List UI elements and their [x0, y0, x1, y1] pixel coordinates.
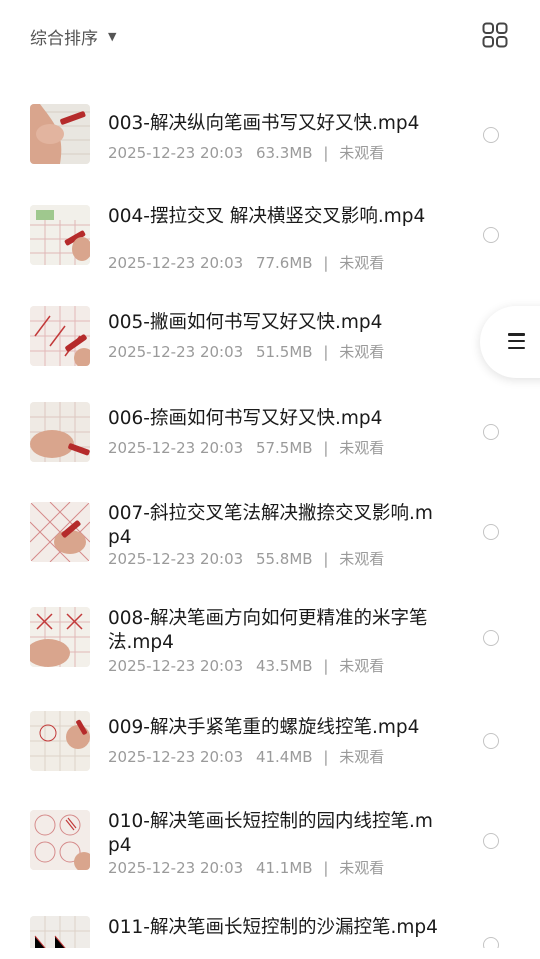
watch-status: 未观看 — [339, 657, 385, 675]
file-size: 63.3MB — [255, 144, 313, 162]
meta-separator: | — [323, 254, 329, 272]
meta-separator: | — [323, 657, 329, 675]
caret-down-icon: ▼ — [108, 30, 117, 43]
file-meta: 2025-12-23 20:03 77.6MB | 未观看 — [108, 252, 384, 273]
file-size: 77.6MB — [255, 254, 313, 272]
grid-view-icon[interactable] — [482, 22, 508, 48]
file-title: 010-解决笔画长短控制的园内线控笔.mp4 — [108, 811, 433, 856]
watch-status: 未观看 — [339, 439, 385, 457]
meta-separator: | — [323, 343, 329, 361]
file-date: 2025-12-23 20:03 — [108, 657, 244, 675]
video-thumbnail — [30, 306, 90, 366]
watch-status: 未观看 — [339, 254, 385, 272]
file-title: 009-解决手紧笔重的螺旋线控笔.mp4 — [108, 717, 420, 738]
file-title: 011-解决笔画长短控制的沙漏控笔.mp4 — [108, 917, 438, 938]
file-meta: 2025-12-23 20:03 41.1MB | 未观看 — [108, 857, 384, 878]
file-meta: 2025-12-23 20:03 55.8MB | 未观看 — [108, 548, 384, 569]
watch-status: 未观看 — [339, 550, 385, 568]
file-list: 003-解决纵向笔画书写又好又快.mp4 2025-12-23 20:03 63… — [0, 0, 540, 948]
video-thumbnail — [30, 502, 90, 562]
menu-icon — [508, 333, 525, 350]
video-thumbnail — [30, 916, 90, 948]
meta-separator: | — [323, 439, 329, 457]
video-thumbnail — [30, 205, 90, 265]
video-thumbnail — [30, 711, 90, 771]
video-thumbnail — [30, 810, 90, 870]
file-date: 2025-12-23 20:03 — [108, 550, 244, 568]
file-size: 43.5MB — [255, 657, 313, 675]
file-date: 2025-12-23 20:03 — [108, 343, 244, 361]
select-radio[interactable] — [483, 424, 499, 440]
watch-status: 未观看 — [339, 859, 385, 877]
select-radio[interactable] — [483, 127, 499, 143]
select-radio[interactable] — [483, 524, 499, 540]
file-title: 007-斜拉交叉笔法解决撇捺交叉影响.mp4 — [108, 503, 433, 548]
file-size: 41.1MB — [255, 859, 313, 877]
sort-dropdown[interactable]: 综合排序 ▼ — [30, 24, 116, 49]
file-meta: 2025-12-23 20:03 57.5MB | 未观看 — [108, 437, 384, 458]
sort-label: 综合排序 — [30, 29, 98, 49]
file-title: 008-解决笔画方向如何更精准的米字笔法.mp4 — [108, 608, 428, 653]
meta-separator: | — [323, 144, 329, 162]
select-radio[interactable] — [483, 227, 499, 243]
file-title: 006-捺画如何书写又好又快.mp4 — [108, 408, 383, 429]
video-thumbnail — [30, 402, 90, 462]
meta-separator: | — [323, 748, 329, 766]
video-thumbnail — [30, 104, 90, 164]
file-date: 2025-12-23 20:03 — [108, 748, 244, 766]
select-radio[interactable] — [483, 833, 499, 849]
select-radio[interactable] — [483, 630, 499, 646]
meta-separator: | — [323, 550, 329, 568]
file-size: 57.5MB — [255, 439, 313, 457]
file-title: 003-解决纵向笔画书写又好又快.mp4 — [108, 113, 420, 134]
toolbar: 综合排序 ▼ — [0, 0, 540, 72]
file-meta: 2025-12-23 20:03 63.3MB | 未观看 — [108, 142, 384, 163]
select-radio[interactable] — [483, 937, 499, 948]
file-meta: 2025-12-23 20:03 51.5MB | 未观看 — [108, 341, 384, 362]
file-title: 005-撇画如何书写又好又快.mp4 — [108, 312, 383, 333]
file-date: 2025-12-23 20:03 — [108, 439, 244, 457]
file-size: 55.8MB — [255, 550, 313, 568]
meta-separator: | — [323, 859, 329, 877]
video-thumbnail — [30, 607, 90, 667]
select-radio[interactable] — [483, 733, 499, 749]
watch-status: 未观看 — [339, 748, 385, 766]
file-title: 004-摆拉交叉 解决横竖交叉影响.mp4 — [108, 206, 426, 227]
file-size: 41.4MB — [255, 748, 313, 766]
file-meta: 2025-12-23 20:03 43.5MB | 未观看 — [108, 655, 384, 676]
file-date: 2025-12-23 20:03 — [108, 859, 244, 877]
watch-status: 未观看 — [339, 343, 385, 361]
watch-status: 未观看 — [339, 144, 385, 162]
file-meta: 2025-12-23 20:03 41.4MB | 未观看 — [108, 746, 384, 767]
file-date: 2025-12-23 20:03 — [108, 254, 244, 272]
file-size: 51.5MB — [255, 343, 313, 361]
file-date: 2025-12-23 20:03 — [108, 144, 244, 162]
